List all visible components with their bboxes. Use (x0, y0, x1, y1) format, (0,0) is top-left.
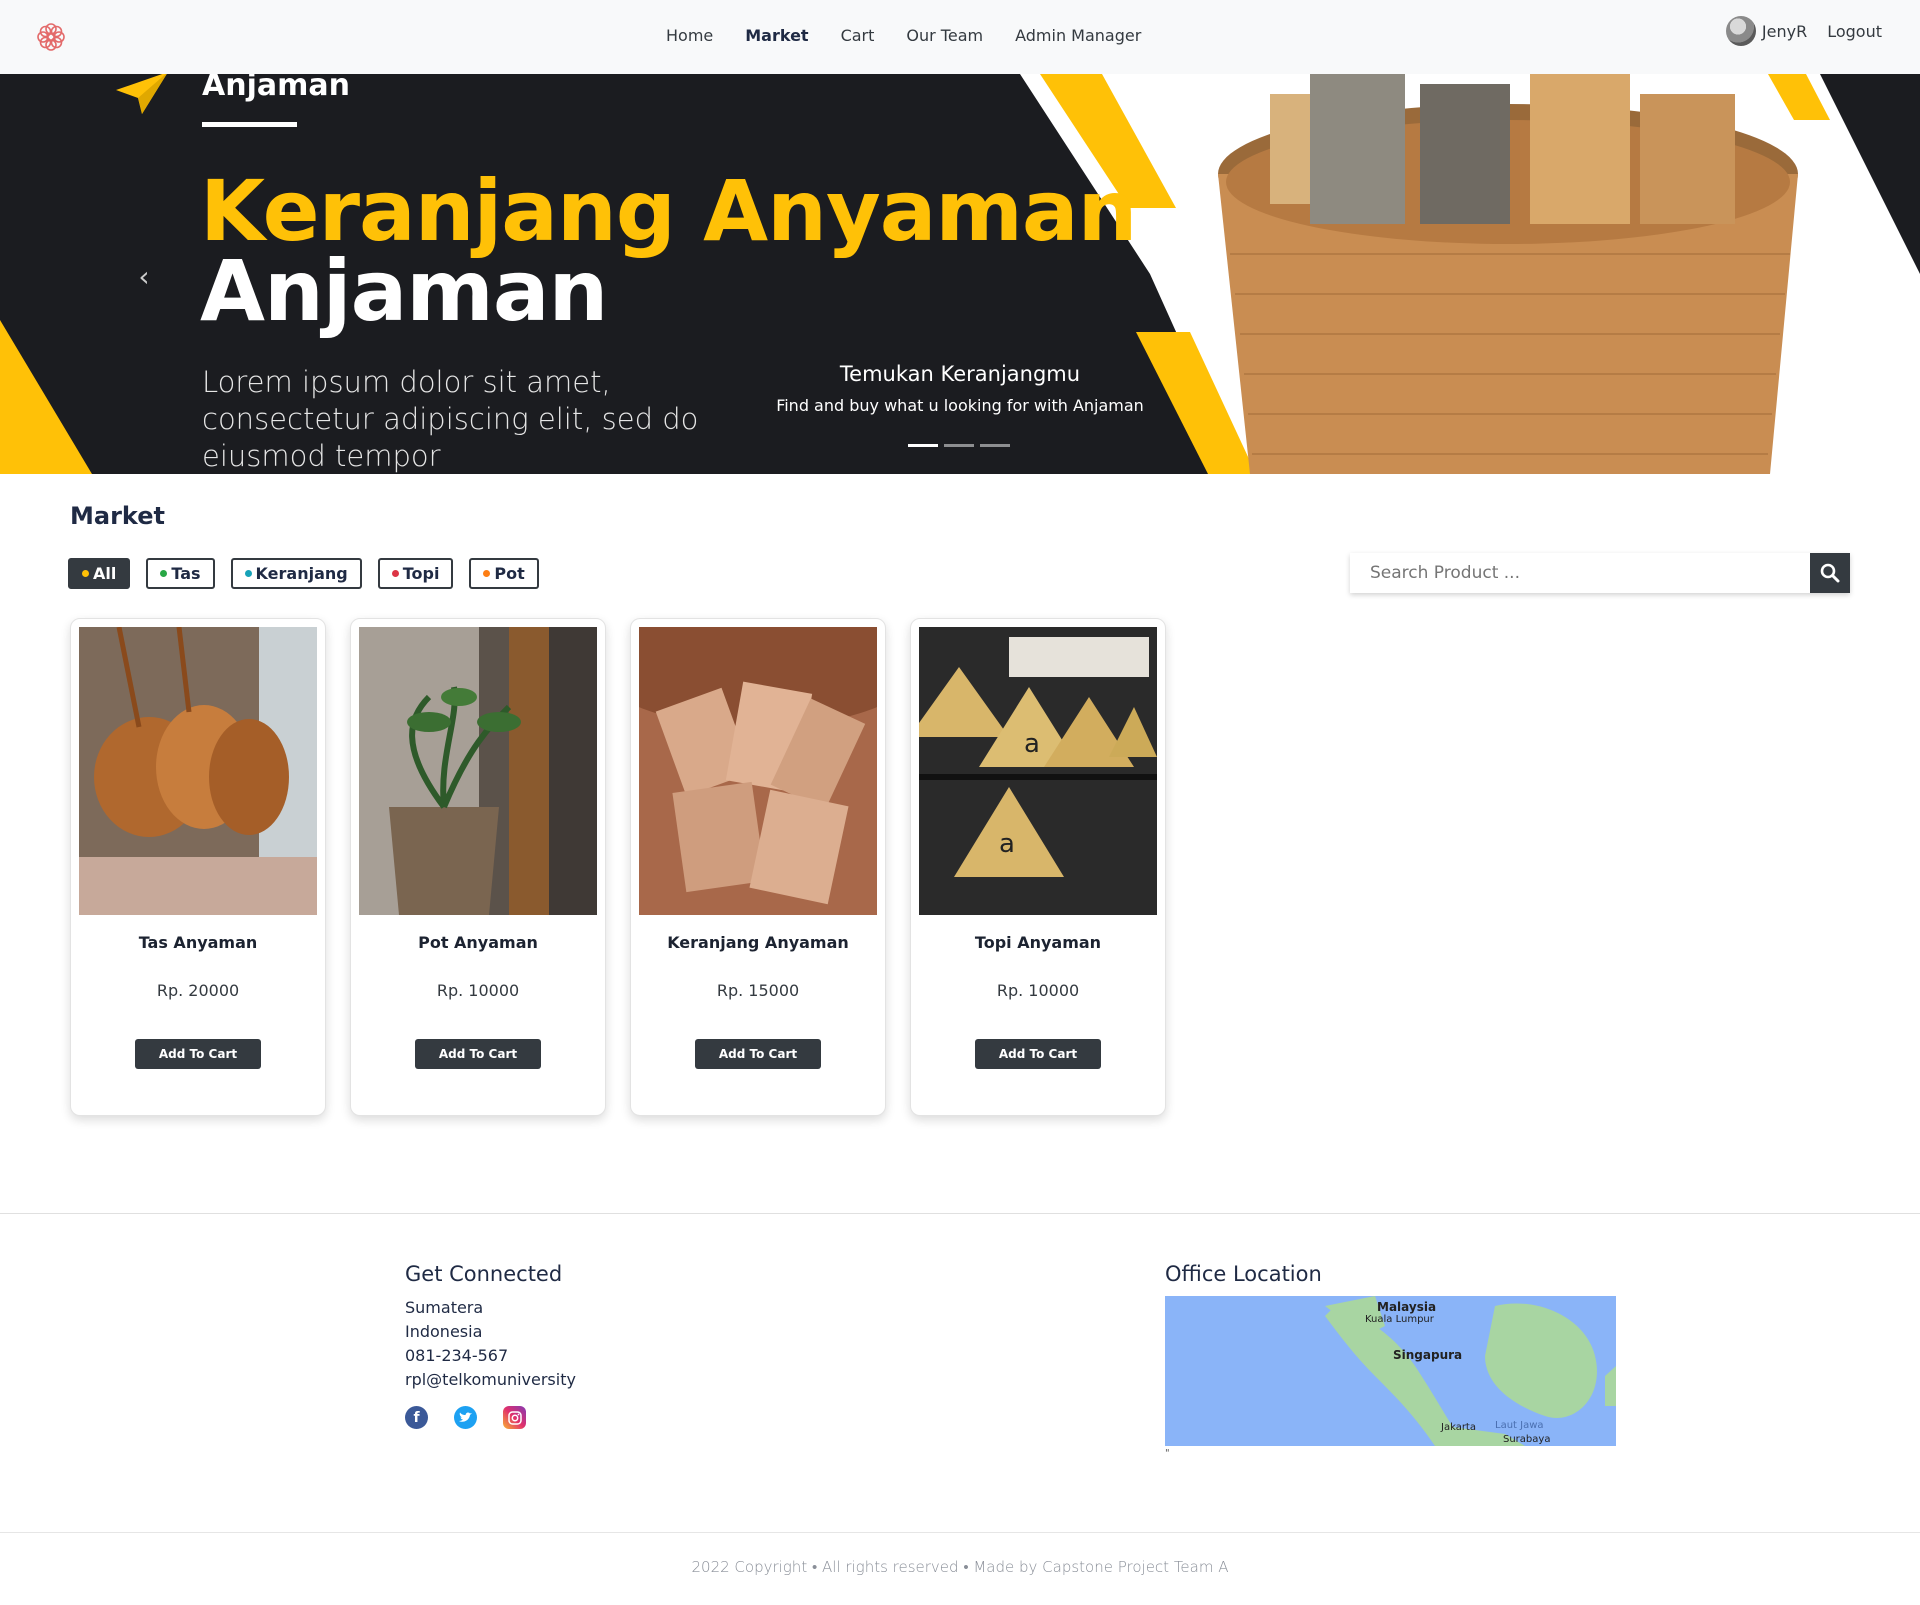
username: JenyR (1761, 21, 1808, 41)
category-filters: All Tas Keranjang Topi Pot (68, 558, 539, 589)
navbar: Home Market Cart Our Team Admin Manager … (0, 0, 1920, 74)
filter-all[interactable]: All (68, 558, 131, 589)
filter-dot (391, 570, 399, 577)
filter-keranjang[interactable]: Keranjang (230, 558, 362, 589)
map-label: Malaysia (1377, 1300, 1437, 1314)
product-price: Rp. 10000 (996, 981, 1080, 1000)
carousel-prev-icon[interactable]: ‹ (132, 260, 156, 294)
map-label: Surabaya (1503, 1434, 1551, 1445)
filter-label: All (93, 564, 117, 583)
search-input[interactable] (1350, 553, 1810, 593)
product-card: Tas Anyaman Rp. 20000 Add To Cart (70, 618, 326, 1116)
hero-carousel: Anjaman Keranjang Anyaman Anjaman Lorem … (0, 74, 1920, 474)
add-to-cart-button[interactable]: Add To Cart (695, 1039, 821, 1069)
filter-dot (82, 570, 89, 577)
product-image[interactable] (639, 627, 877, 915)
filter-dot (160, 570, 168, 577)
search-icon (1820, 563, 1840, 583)
filter-dot (483, 570, 491, 577)
filter-label: Tas (171, 564, 201, 583)
product-name: Topi Anyaman (974, 933, 1102, 952)
product-image[interactable]: a a (919, 627, 1157, 915)
product-grid: Tas Anyaman Rp. 20000 Add To Cart Pot An… (70, 618, 1166, 1116)
copyright: 2022 Copyright • All rights reserved • M… (691, 1558, 1229, 1576)
product-image[interactable] (79, 627, 317, 915)
product-name: Tas Anyaman (138, 933, 258, 952)
product-price: Rp. 15000 (716, 981, 800, 1000)
contact-line: Sumatera (405, 1298, 484, 1317)
svg-text:a: a (1024, 729, 1040, 759)
add-to-cart-button[interactable]: Add To Cart (415, 1039, 541, 1069)
product-price: Rp. 20000 (156, 981, 240, 1000)
map-note: " (1165, 1448, 1170, 1459)
filter-dot (244, 570, 252, 577)
product-name: Pot Anyaman (418, 933, 538, 952)
paper-plane-icon (116, 74, 167, 114)
caption-text: Find and buy what u looking for with Anj… (776, 396, 1144, 415)
location-map[interactable]: Malaysia Kuala Lumpur Singapura Jakarta … (1165, 1296, 1616, 1446)
product-name: Keranjang Anyaman (667, 933, 849, 952)
footer-divider (0, 1213, 1920, 1214)
map-label: Laut Jawa (1495, 1420, 1544, 1431)
caption-title: Temukan Keranjangmu (839, 362, 1081, 386)
avatar (1725, 16, 1756, 46)
market-title: Market (70, 502, 165, 530)
add-to-cart-button[interactable]: Add To Cart (975, 1039, 1101, 1069)
carousel-indicator-2[interactable] (944, 444, 974, 447)
carousel-indicator-3[interactable] (980, 444, 1010, 447)
filter-topi[interactable]: Topi (377, 558, 454, 589)
hero-caption: Temukan Keranjangmu Find and buy what u … (770, 362, 1150, 415)
get-connected-title: Get Connected (405, 1262, 563, 1286)
instagram-icon[interactable] (503, 1406, 526, 1429)
brand-logo-icon[interactable] (34, 20, 68, 54)
map-label: Jakarta (1441, 1422, 1476, 1433)
product-card: a a Topi Anyaman Rp. 10000 Add To Cart (910, 618, 1166, 1116)
contact-line: Indonesia (405, 1322, 483, 1341)
facebook-icon[interactable]: f (405, 1406, 428, 1429)
product-card: Pot Anyaman Rp. 10000 Add To Cart (350, 618, 606, 1116)
contact-phone: 081-234-567 (405, 1346, 509, 1365)
add-to-cart-button[interactable]: Add To Cart (135, 1039, 261, 1069)
filter-tas[interactable]: Tas (146, 558, 215, 589)
product-image[interactable] (359, 627, 597, 915)
nav-cart[interactable]: Cart (825, 24, 891, 48)
map-label: Singapura (1393, 1348, 1463, 1362)
hero-text: Lorem ipsum dolor sit amet, consectetur … (202, 365, 699, 473)
filter-label: Pot (494, 564, 525, 583)
get-connected-section: Get Connected Sumatera Indonesia 081-234… (405, 1262, 576, 1429)
copyright-divider (0, 1532, 1920, 1533)
nav-market[interactable]: Market (729, 24, 824, 48)
hero-underline (202, 122, 297, 127)
user-menu[interactable]: JenyR (1725, 16, 1808, 46)
contact-email: rpl@telkomuniversity (405, 1370, 576, 1389)
filter-label: Topi (402, 564, 440, 583)
hero-title-line2: Anjaman (200, 242, 608, 340)
nav-admin-manager[interactable]: Admin Manager (999, 24, 1157, 48)
product-card: Keranjang Anyaman Rp. 15000 Add To Cart (630, 618, 886, 1116)
nav-our-team[interactable]: Our Team (890, 24, 999, 48)
filter-label: Keranjang (255, 564, 348, 583)
svg-text:a: a (999, 829, 1015, 859)
filter-pot[interactable]: Pot (469, 558, 539, 589)
carousel-indicator-1[interactable] (908, 444, 938, 447)
search-bar (1350, 553, 1850, 593)
hero-brand: Anjaman (202, 74, 350, 103)
logout-link[interactable]: Logout (1827, 22, 1882, 41)
nav-home[interactable]: Home (650, 24, 729, 48)
office-location-section: Office Location Malaysia Kuala Lumpur Si… (1165, 1262, 1616, 1459)
search-button[interactable] (1810, 553, 1850, 593)
office-location-title: Office Location (1165, 1262, 1322, 1286)
map-label: Kuala Lumpur (1365, 1314, 1434, 1325)
product-price: Rp. 10000 (436, 981, 520, 1000)
twitter-icon[interactable] (454, 1406, 477, 1429)
carousel-indicators (908, 444, 1010, 447)
